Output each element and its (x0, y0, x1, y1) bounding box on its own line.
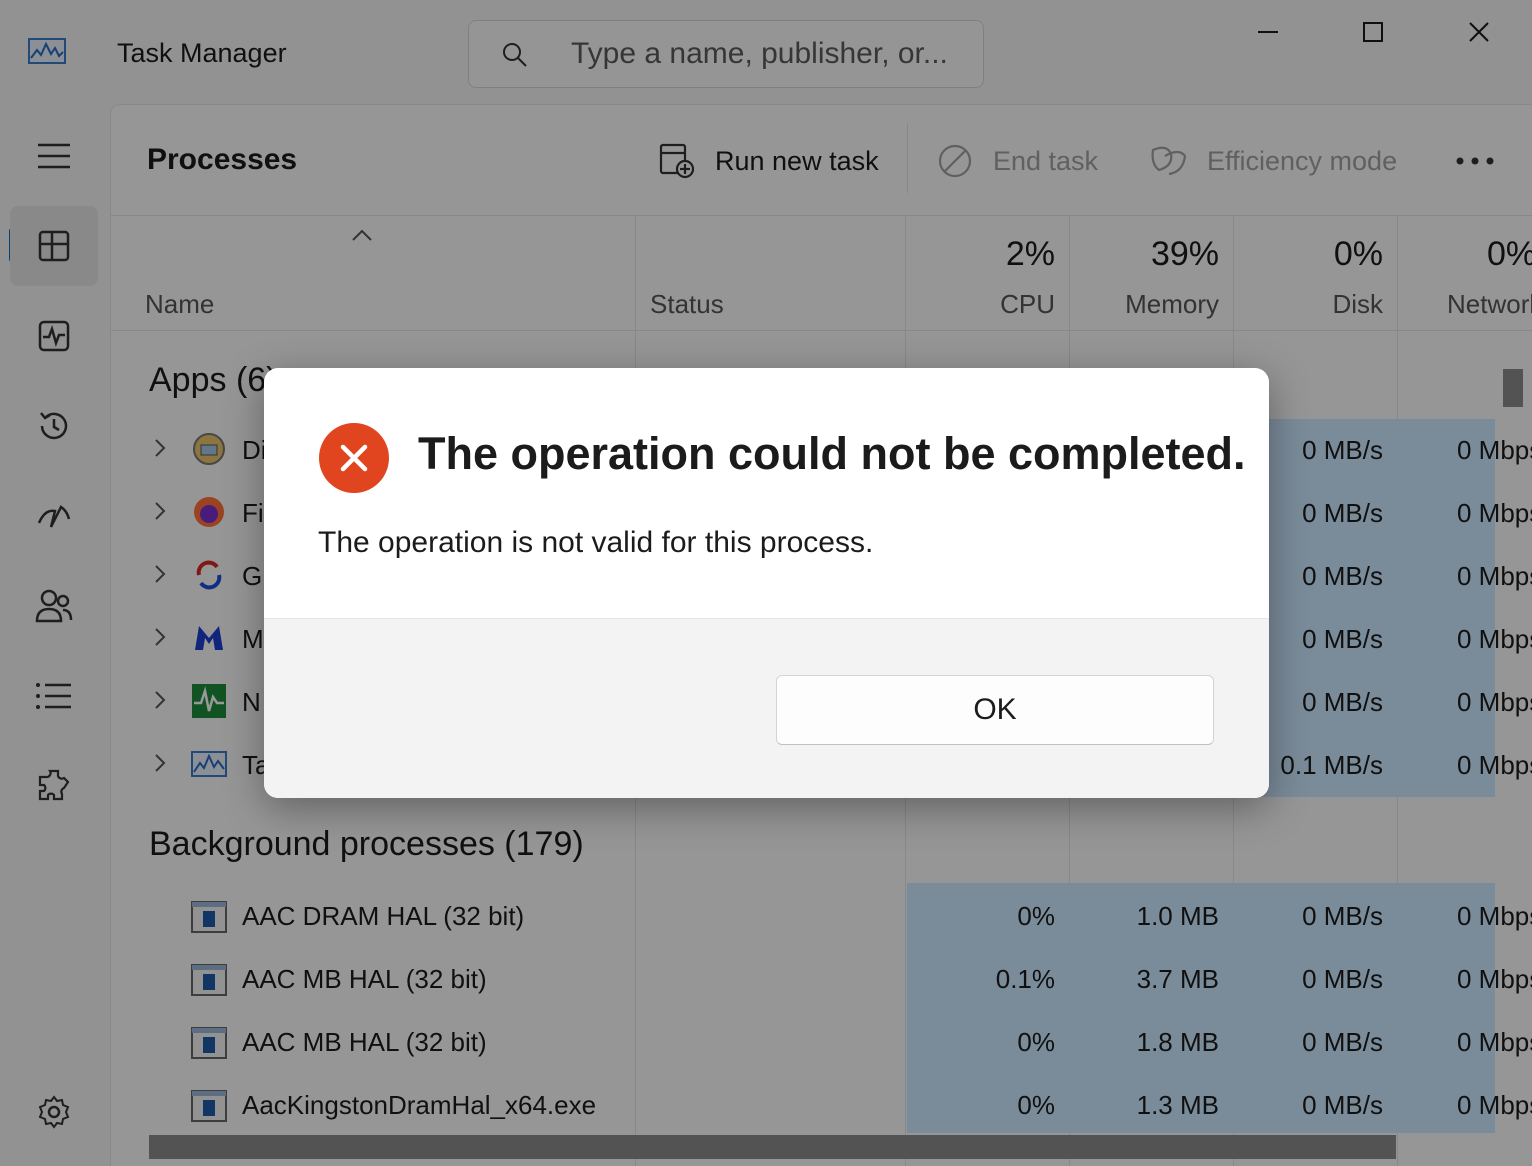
dialog-title: The operation could not be completed. (418, 428, 1246, 479)
dialog-footer: OK (264, 618, 1269, 798)
error-dialog: The operation could not be completed. Th… (264, 368, 1269, 798)
dialog-message: The operation is not valid for this proc… (318, 526, 874, 559)
ok-button[interactable]: OK (776, 675, 1214, 745)
error-icon (319, 423, 389, 493)
